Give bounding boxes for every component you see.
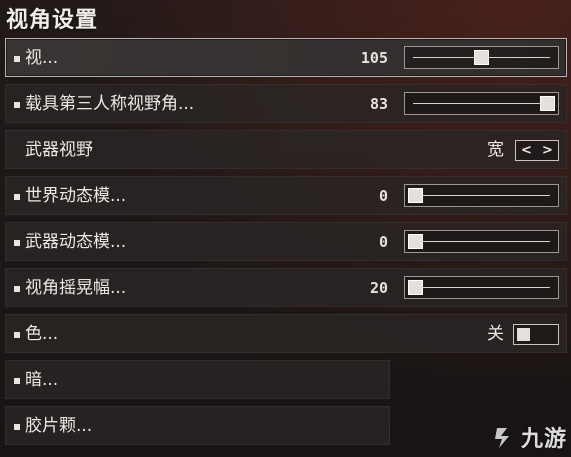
view-shake-slider[interactable]: [404, 276, 559, 299]
setting-row-color[interactable]: 色... 关: [5, 314, 567, 353]
setting-row-world-motion-blur[interactable]: 世界动态模... 0: [5, 176, 567, 215]
setting-label: 视...: [25, 48, 59, 68]
setting-value: 0: [378, 233, 388, 251]
setting-label: 色...: [25, 324, 59, 344]
page-title: 视角设置: [6, 8, 99, 33]
weapon-motion-blur-slider[interactable]: [404, 230, 559, 253]
setting-label: 胶片颗...: [25, 416, 93, 436]
bullet-icon: [14, 286, 20, 292]
bullet-icon: [14, 194, 20, 200]
slider-track: [413, 195, 550, 196]
slider-thumb[interactable]: [540, 96, 555, 111]
chevron-left-icon[interactable]: <: [521, 143, 532, 158]
world-motion-blur-slider[interactable]: [404, 184, 559, 207]
bullet-icon: [14, 424, 20, 430]
setting-label: 载具第三人称视野角...: [25, 94, 195, 114]
slider-track: [413, 103, 550, 104]
option-value: 宽: [487, 140, 504, 160]
setting-label: 武器动态模...: [25, 232, 127, 252]
slider-thumb[interactable]: [474, 50, 489, 65]
color-toggle[interactable]: [513, 324, 559, 345]
setting-row-film-grain[interactable]: 胶片颗...: [5, 406, 390, 445]
fov-slider[interactable]: [404, 46, 559, 69]
setting-label: 视角摇晃幅...: [25, 278, 127, 298]
setting-value: 20: [369, 279, 388, 297]
slider-track: [413, 241, 550, 242]
watermark: 九游: [491, 421, 567, 453]
setting-label: 世界动态模...: [25, 186, 127, 206]
slider-thumb[interactable]: [408, 234, 423, 249]
setting-value: 0: [378, 187, 388, 205]
setting-row-weapon-motion-blur[interactable]: 武器动态模... 0: [5, 222, 567, 261]
bullet-icon: [14, 378, 20, 384]
setting-label: 暗...: [25, 370, 59, 390]
chevron-right-icon[interactable]: >: [542, 143, 553, 158]
bullet-icon: [14, 332, 20, 338]
setting-row-weapon-fov[interactable]: 武器视野 宽 < >: [5, 130, 567, 169]
setting-row-vehicle-fov[interactable]: 载具第三人称视野角... 83: [5, 84, 567, 123]
slider-track: [413, 287, 550, 288]
option-selector[interactable]: < >: [515, 140, 559, 161]
slider-thumb[interactable]: [408, 188, 423, 203]
setting-label: 武器视野: [25, 140, 93, 160]
bullet-icon: [14, 240, 20, 246]
setting-value: 105: [360, 49, 388, 67]
setting-row-fov[interactable]: 视... 105: [5, 38, 567, 77]
watermark-text: 九游: [520, 427, 567, 452]
setting-row-dark[interactable]: 暗...: [5, 360, 390, 399]
toggle-state: 关: [487, 324, 504, 344]
settings-page: 视角设置 视... 105 载具第三人称视野角... 83 武器视野 宽 < >…: [0, 0, 571, 457]
bullet-icon: [14, 56, 20, 62]
vehicle-fov-slider[interactable]: [404, 92, 559, 115]
setting-row-view-shake[interactable]: 视角摇晃幅... 20: [5, 268, 567, 307]
bullet-icon: [14, 102, 20, 108]
setting-value: 83: [369, 95, 388, 113]
slider-thumb[interactable]: [408, 280, 423, 295]
jiuyou-logo-icon: [494, 428, 509, 448]
toggle-knob: [517, 328, 530, 341]
